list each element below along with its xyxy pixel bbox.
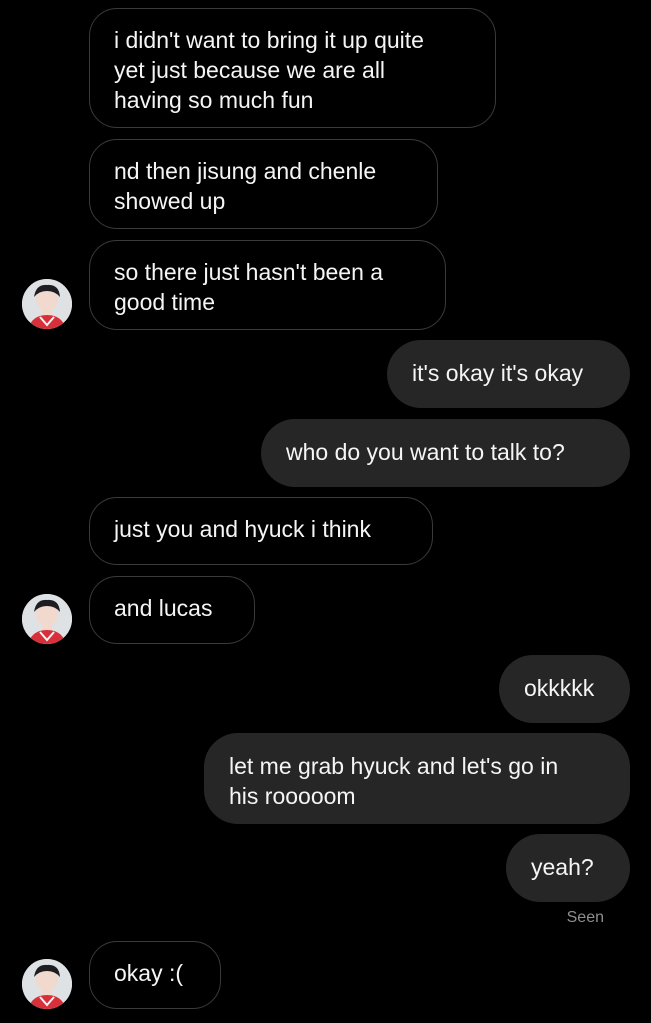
contact-avatar[interactable] [22,959,72,1009]
contact-avatar[interactable] [22,279,72,329]
message-bubble-incoming[interactable]: okay :( [89,941,221,1009]
message-bubble-incoming[interactable]: i didn't want to bring it up quite yet j… [89,8,496,128]
message-bubble-outgoing[interactable]: yeah? [506,834,630,902]
message-bubble-incoming[interactable]: and lucas [89,576,255,644]
avatar-photo [22,594,72,644]
message-bubble-outgoing[interactable]: who do you want to talk to? [261,419,630,487]
message-bubble-outgoing[interactable]: let me grab hyuck and let's go in his ro… [204,733,630,824]
message-bubble-outgoing[interactable]: it's okay it's okay [387,340,630,408]
contact-avatar[interactable] [22,594,72,644]
message-bubble-incoming[interactable]: just you and hyuck i think [89,497,433,565]
message-bubble-incoming[interactable]: nd then jisung and chenle showed up [89,139,438,229]
seen-status: Seen [566,909,604,926]
avatar-photo [22,959,72,1009]
message-bubble-outgoing[interactable]: okkkkk [499,655,630,723]
avatar-photo [22,279,72,329]
message-bubble-incoming[interactable]: so there just hasn't been a good time [89,240,446,330]
